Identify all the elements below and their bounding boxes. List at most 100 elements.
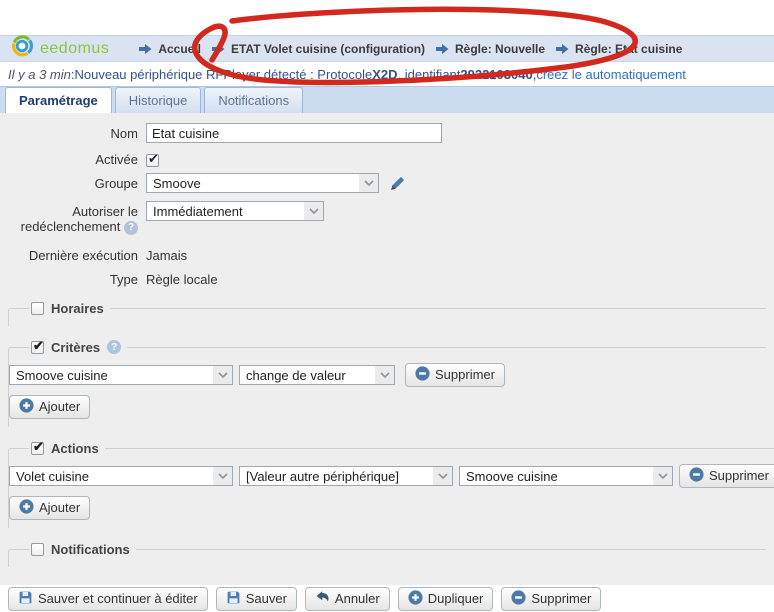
eedomus-logo[interactable]: eedomus <box>10 34 109 63</box>
notifications-section: Notifications <box>8 542 766 567</box>
action-device-select[interactable]: Volet cuisine <box>9 466 233 486</box>
derniere-execution-row: Dernière exécution Jamais <box>8 245 766 263</box>
redeclenchement-label-line2: redéclenchement <box>21 219 121 234</box>
minus-circle-icon <box>689 467 704 485</box>
chevron-down-icon <box>375 366 394 384</box>
delete-rule-label: Supprimer <box>531 591 591 606</box>
eedomus-rule-page: eedomus Accueil ETAT Volet cuisine (conf… <box>0 0 774 612</box>
notification-identifier: 2922103040 <box>460 67 532 82</box>
chevron-down-icon <box>213 467 232 485</box>
eedomus-logo-text: eedomus <box>40 40 109 58</box>
action-value-type-value: [Valeur autre périphérique] <box>240 467 433 485</box>
critere-add-button[interactable]: Ajouter <box>9 395 90 419</box>
breadcrumb-item-accueil[interactable]: Accueil <box>139 42 201 56</box>
save-button[interactable]: Sauver <box>216 587 297 611</box>
action-source-value: Smoove cuisine <box>460 467 653 485</box>
groupe-row: Groupe Smoove <box>8 173 766 195</box>
redeclenchement-select[interactable]: Immédiatement <box>146 201 324 221</box>
breadcrumb: Accueil ETAT Volet cuisine (configuratio… <box>139 42 682 56</box>
type-row: Type Règle locale <box>8 269 766 287</box>
eedomus-logo-icon <box>10 34 34 63</box>
criteres-label: Critères <box>51 340 100 355</box>
chevron-down-icon <box>653 467 672 485</box>
header-bar: eedomus Accueil ETAT Volet cuisine (conf… <box>0 35 774 62</box>
redeclenchement-label-line1: Autoriser le <box>72 204 138 219</box>
action-value-type-select[interactable]: [Valeur autre périphérique] <box>239 466 453 486</box>
breadcrumb-arrow-icon <box>212 43 225 55</box>
criteres-legend: Critères ? <box>29 340 127 355</box>
tab-parametrage[interactable]: Paramétrage <box>5 87 112 113</box>
criteres-checkbox[interactable] <box>31 341 44 354</box>
minus-circle-icon <box>415 366 430 384</box>
save-and-continue-button[interactable]: Sauver et continuer à éditer <box>8 587 208 611</box>
redeclenchement-help-icon[interactable]: ? <box>124 221 138 235</box>
save-icon <box>18 590 33 608</box>
critere-delete-label: Supprimer <box>435 367 495 382</box>
critere-condition-value: change de valeur <box>240 366 375 384</box>
actions-checkbox[interactable] <box>31 442 44 455</box>
activee-checkbox[interactable] <box>146 154 159 167</box>
groupe-select-value: Smoove <box>147 174 359 192</box>
breadcrumb-arrow-icon <box>556 43 569 55</box>
nom-input[interactable] <box>146 123 442 143</box>
horaires-checkbox[interactable] <box>31 302 44 315</box>
edit-group-pencil-icon[interactable] <box>389 173 406 195</box>
action-add-button[interactable]: Ajouter <box>9 496 90 520</box>
critere-row: Smoove cuisine change de valeur Supprime… <box>9 363 766 387</box>
redeclenchement-label: Autoriser le redéclenchement ? <box>8 201 146 235</box>
redeclenchement-row: Autoriser le redéclenchement ? Immédiate… <box>8 201 766 235</box>
tab-bar: Paramétrage Historique Notifications <box>0 86 774 113</box>
action-row: Volet cuisine [Valeur autre périphérique… <box>9 464 774 488</box>
action-delete-label: Supprimer <box>709 468 769 483</box>
derniere-execution-label: Dernière exécution <box>8 245 146 263</box>
actions-label: Actions <box>51 441 99 456</box>
breadcrumb-item-device-config[interactable]: ETAT Volet cuisine (configuration) <box>212 42 425 56</box>
notifications-label: Notifications <box>51 542 130 557</box>
criteres-section: Critères ? Smoove cuisine change de vale… <box>8 340 766 427</box>
save-label: Sauver <box>246 591 287 606</box>
action-delete-button[interactable]: Supprimer <box>679 464 774 488</box>
type-label: Type <box>8 269 146 287</box>
chevron-down-icon <box>359 174 378 192</box>
notifications-checkbox[interactable] <box>31 543 44 556</box>
duplicate-label: Dupliquer <box>428 591 484 606</box>
groupe-select[interactable]: Smoove <box>146 173 379 193</box>
chevron-down-icon <box>304 202 323 220</box>
actions-legend: Actions <box>29 441 105 456</box>
breadcrumb-label: ETAT Volet cuisine (configuration) <box>231 42 425 56</box>
breadcrumb-label: Accueil <box>158 42 201 56</box>
criteres-help-icon[interactable]: ? <box>107 340 121 354</box>
breadcrumb-item-regle-etat-cuisine[interactable]: Règle: Etat cuisine <box>556 42 682 56</box>
critere-delete-button[interactable]: Supprimer <box>405 363 505 387</box>
delete-rule-button[interactable]: Supprimer <box>501 587 601 611</box>
critere-device-select[interactable]: Smoove cuisine <box>9 365 233 385</box>
chevron-down-icon <box>433 467 452 485</box>
minus-circle-icon <box>511 590 526 608</box>
horaires-legend: Horaires <box>29 301 110 316</box>
breadcrumb-label: Règle: Etat cuisine <box>575 42 682 56</box>
critere-condition-select[interactable]: change de valeur <box>239 365 395 385</box>
groupe-label: Groupe <box>8 173 146 191</box>
action-add-row: Ajouter <box>9 496 774 520</box>
breadcrumb-arrow-icon <box>436 43 449 55</box>
rule-settings-panel: Nom Activée Groupe Smoove Autoriser le r… <box>0 113 774 585</box>
critere-device-value: Smoove cuisine <box>10 366 213 384</box>
duplicate-button[interactable]: Dupliquer <box>398 587 494 611</box>
tab-notifications[interactable]: Notifications <box>204 87 303 113</box>
footer-actions: Sauver et continuer à éditer Sauver Annu… <box>8 587 766 611</box>
create-device-link[interactable]: créez le automatiquement <box>536 67 686 82</box>
action-source-select[interactable]: Smoove cuisine <box>459 466 673 486</box>
breadcrumb-label: Règle: Nouvelle <box>455 42 545 56</box>
cancel-button[interactable]: Annuler <box>305 587 390 611</box>
action-device-value: Volet cuisine <box>10 467 213 485</box>
notification-time: Il y a 3 min <box>8 67 71 82</box>
type-value: Règle locale <box>146 269 218 287</box>
critere-add-label: Ajouter <box>39 399 80 414</box>
breadcrumb-item-regle-nouvelle[interactable]: Règle: Nouvelle <box>436 42 545 56</box>
plus-circle-icon <box>408 590 423 608</box>
undo-icon <box>315 590 330 608</box>
tab-historique[interactable]: Historique <box>115 87 202 113</box>
activee-row: Activée <box>8 149 766 167</box>
critere-add-row: Ajouter <box>9 395 766 419</box>
derniere-execution-value: Jamais <box>146 245 187 263</box>
